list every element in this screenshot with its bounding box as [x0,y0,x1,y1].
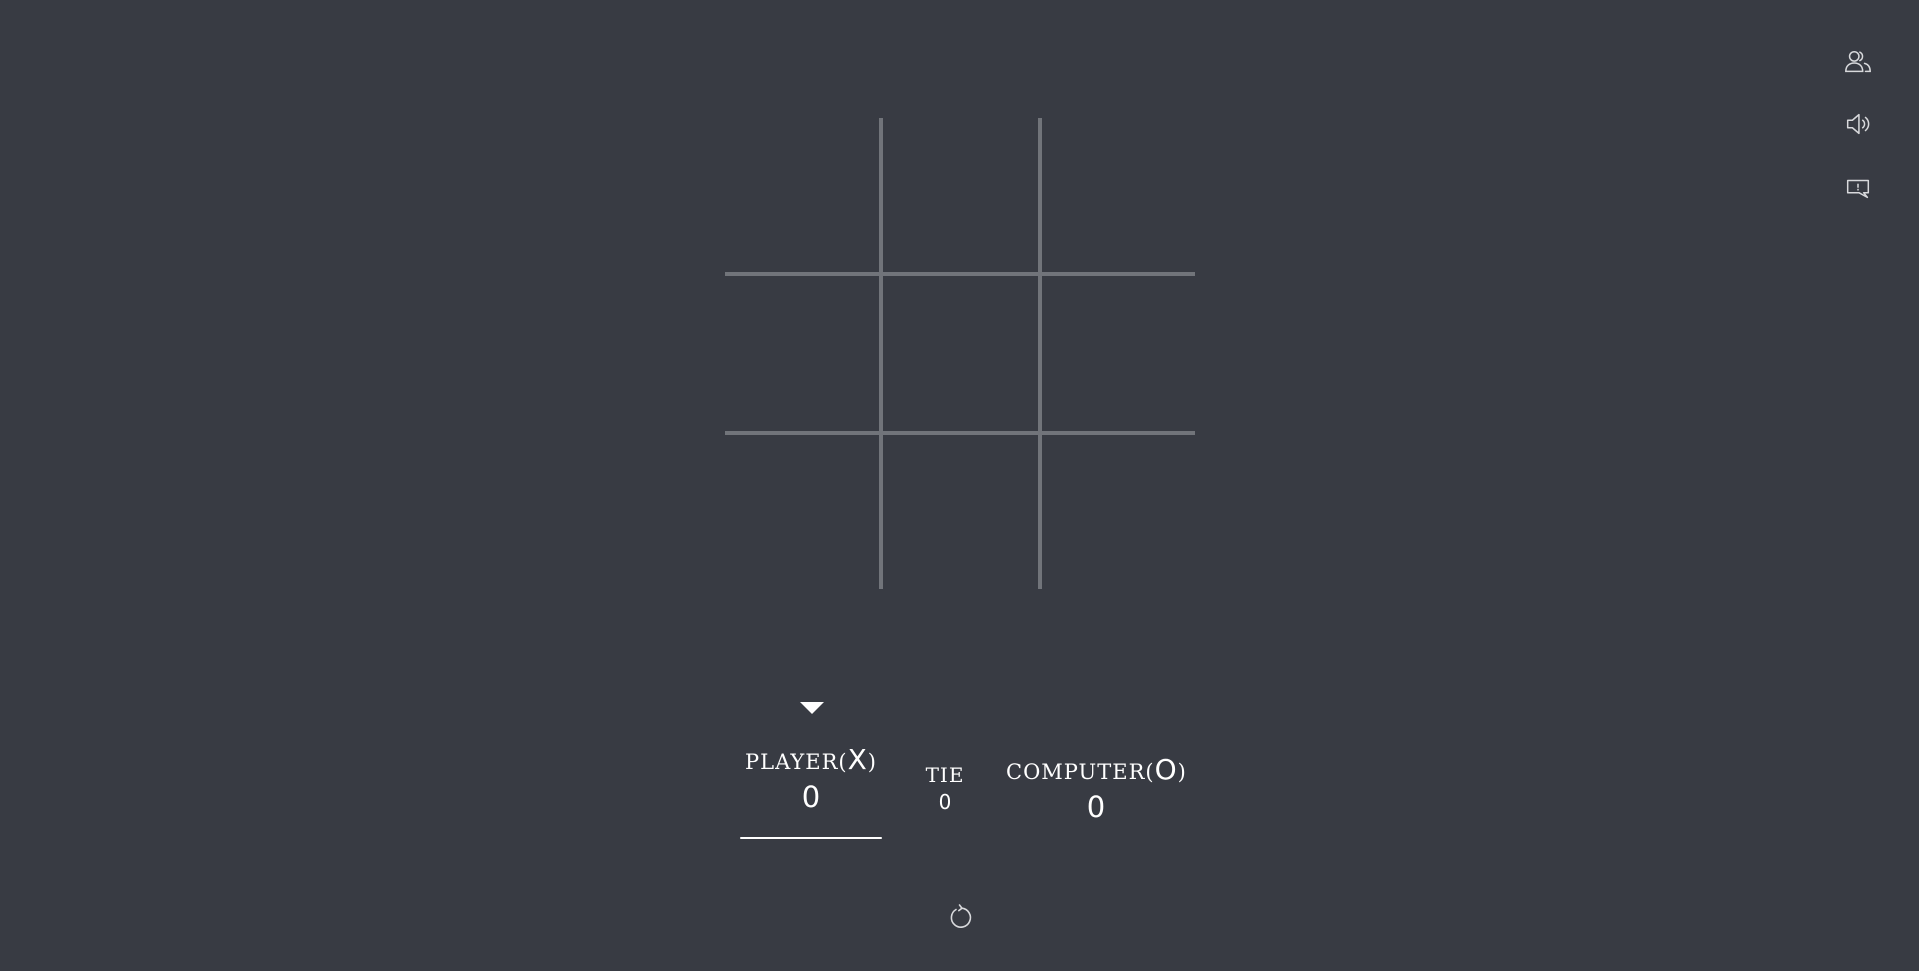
two-players-icon [1843,47,1873,81]
restart-button[interactable] [944,902,976,936]
player-score-value: 0 [801,780,821,814]
board-cell-6[interactable] [1039,275,1195,431]
player-score-label: PLAYER(X) [745,743,877,776]
board-cell-4[interactable] [725,275,881,431]
board-cell-7[interactable] [725,433,881,589]
tie-score-value: 0 [938,790,952,814]
board-cell-1[interactable] [725,118,881,274]
board-cell-3[interactable] [1039,118,1195,274]
grid-line-horizontal-2 [725,431,1195,435]
sound-icon [1843,109,1873,143]
active-player-underline [740,837,882,839]
player-mark: X [847,743,868,776]
board-cell-8[interactable] [882,433,1038,589]
restart-icon [946,903,974,935]
computer-mark: O [1154,753,1178,786]
feedback-button[interactable] [1838,170,1878,210]
board-cell-5[interactable] [882,275,1038,431]
board-cell-9[interactable] [1039,433,1195,589]
game-board [725,118,1195,589]
two-players-button[interactable] [1838,44,1878,84]
tie-score-label: TIE [925,763,965,787]
computer-score[interactable]: COMPUTER(O) 0 [1006,753,1186,824]
turn-indicator-icon [800,702,824,714]
grid-line-horizontal-1 [725,272,1195,276]
grid-line-vertical-1 [879,118,883,589]
computer-score-value: 0 [1086,790,1106,824]
board-cell-2[interactable] [882,118,1038,274]
grid-line-vertical-2 [1038,118,1042,589]
tie-score: TIE 0 [918,763,972,814]
feedback-icon [1843,173,1873,207]
player-score[interactable]: PLAYER(X) 0 [740,743,882,839]
sound-button[interactable] [1838,106,1878,146]
game-page: PLAYER(X) 0 TIE 0 COMPUTER(O) 0 [0,0,1919,971]
computer-score-label: COMPUTER(O) [1006,753,1187,786]
